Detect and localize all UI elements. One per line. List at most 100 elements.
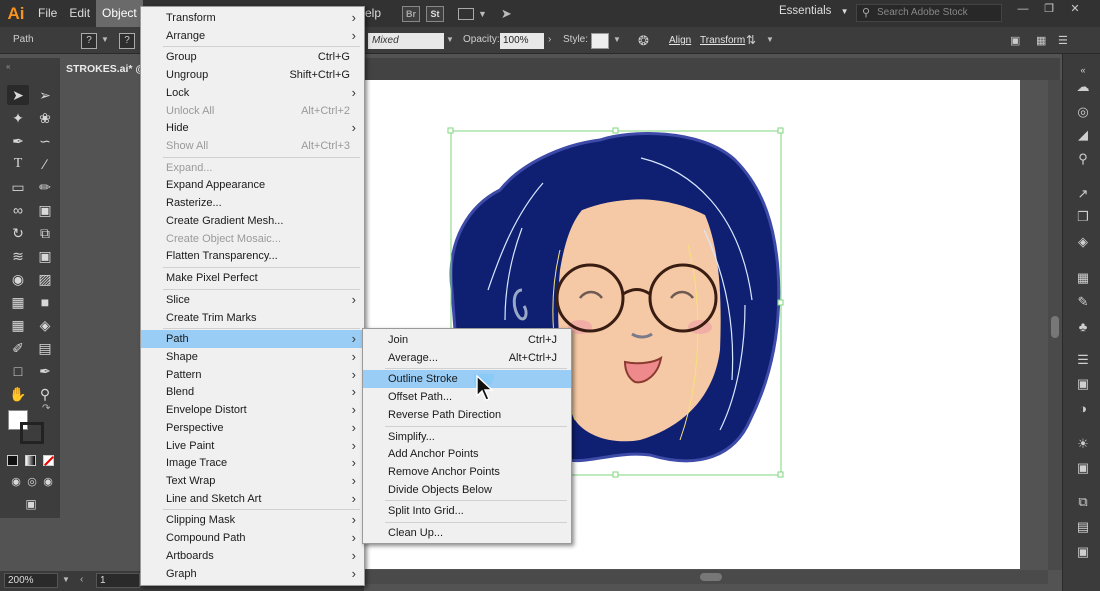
gpu-performance-icon[interactable]: ➤ <box>501 6 512 22</box>
artboard-tool-icon[interactable]: □ <box>7 361 29 381</box>
paintbrush-tool-icon[interactable]: ✏ <box>34 177 56 197</box>
selection-handle[interactable] <box>777 471 784 478</box>
menu-file[interactable]: File <box>32 0 63 27</box>
menu-item-transform[interactable]: Transform › <box>141 9 364 27</box>
color-mode-icon[interactable] <box>7 455 18 466</box>
selection-handle[interactable] <box>612 471 619 478</box>
menu-item-text-wrap[interactable]: Text Wrap › <box>141 472 364 490</box>
properties-icon[interactable]: ◎ <box>1075 104 1091 120</box>
path-item-outline-stroke[interactable]: Outline Stroke <box>363 370 571 389</box>
path-item-add-anchor-points[interactable]: Add Anchor Points <box>363 445 571 463</box>
shape-fill-tool-icon[interactable]: ◈ <box>34 315 56 335</box>
restore-button[interactable]: ❐ <box>1036 0 1062 18</box>
menu-item-hide[interactable]: Hide › <box>141 119 364 137</box>
rotate-tool-icon[interactable]: ↻ <box>7 223 29 243</box>
opacity-input[interactable]: 100% <box>500 33 544 49</box>
transform-link[interactable]: Transform <box>700 35 745 46</box>
menu-item-live-paint[interactable]: Live Paint › <box>141 437 364 455</box>
eraser-tool-icon[interactable]: ▣ <box>34 200 56 220</box>
curvature-tool-icon[interactable]: ∽ <box>34 131 56 151</box>
workspace-switcher[interactable]: Essentials ▼ <box>779 5 849 17</box>
menu-item-shape[interactable]: Shape › <box>141 348 364 366</box>
arrange-icon[interactable]: ▦ <box>1036 34 1046 47</box>
chevron-down-icon[interactable]: ▼ <box>478 9 487 19</box>
path-item-simplify[interactable]: Simplify... <box>363 428 571 446</box>
graphic-styles-icon[interactable]: ▣ <box>1075 460 1091 476</box>
menu-item-rasterize[interactable]: Rasterize... <box>141 194 364 212</box>
stroke-swatch[interactable]: ? <box>119 33 135 49</box>
recolor-artwork-icon[interactable]: ❂ <box>638 33 649 49</box>
swap-fill-stroke-icon[interactable]: ↷ <box>42 403 50 414</box>
color-guide-icon[interactable]: ☀ <box>1075 436 1091 452</box>
path-item-remove-anchor-points[interactable]: Remove Anchor Points <box>363 463 571 481</box>
graph-tool-icon[interactable]: ▤ <box>34 338 56 358</box>
expand-panels-icon[interactable]: « <box>1075 62 1091 78</box>
pen-tool-icon[interactable]: ✒ <box>7 131 29 151</box>
chevron-down-icon[interactable]: ▼ <box>446 35 454 44</box>
libraries-icon[interactable]: ☁ <box>1075 79 1091 95</box>
scrollbar-thumb[interactable] <box>700 573 722 581</box>
symbols-icon[interactable]: ♣ <box>1075 319 1091 335</box>
slice-tool-icon[interactable]: ✒ <box>34 361 56 381</box>
direct-selection-tool-icon[interactable]: ➢ <box>34 85 56 105</box>
align-panel-icon[interactable]: ▤ <box>1075 519 1091 535</box>
menu-item-line-and-sketch-art[interactable]: Line and Sketch Art › <box>141 490 364 508</box>
scrollbar-thumb[interactable] <box>1051 316 1059 338</box>
transform-panel-icon[interactable]: ⧉ <box>1075 494 1091 510</box>
appearance-icon[interactable]: ⚲ <box>1075 151 1091 167</box>
path-item-divide-objects-below[interactable]: Divide Objects Below <box>363 481 571 499</box>
chevron-down-icon[interactable]: ▼ <box>613 35 621 44</box>
flip-icon[interactable]: ⇅ <box>746 33 756 47</box>
transparency-icon[interactable]: ◑ <box>1075 401 1091 417</box>
path-item-average[interactable]: Average... Alt+Ctrl+J <box>363 349 571 367</box>
menu-item-ungroup[interactable]: Ungroup Shift+Ctrl+G <box>141 66 364 84</box>
lasso-tool-icon[interactable]: ❀ <box>34 108 56 128</box>
zoom-tool-icon[interactable]: ⚲ <box>34 384 56 404</box>
menu-item-blend[interactable]: Blend › <box>141 383 364 401</box>
layers-icon[interactable]: ◈ <box>1075 234 1091 250</box>
shape-builder-tool-icon[interactable]: ◉ <box>7 269 29 289</box>
path-item-join[interactable]: Join Ctrl+J <box>363 331 571 349</box>
screen-mode-icon[interactable]: ▣ <box>20 494 42 514</box>
chevron-down-icon[interactable]: ▼ <box>101 35 109 44</box>
bridge-button[interactable]: Br <box>402 5 420 22</box>
path-item-clean-up[interactable]: Clean Up... <box>363 524 571 542</box>
path-item-split-into-grid[interactable]: Split Into Grid... <box>363 502 571 520</box>
live-paint-bucket-icon[interactable]: ▨ <box>34 269 56 289</box>
vertical-scrollbar[interactable] <box>1048 80 1062 570</box>
horizontal-scrollbar[interactable] <box>364 570 1048 584</box>
brushes-icon[interactable]: ✎ <box>1075 294 1091 310</box>
export-icon[interactable]: ↗ <box>1075 186 1091 202</box>
graphic-style-swatch[interactable] <box>591 33 609 49</box>
path-item-offset-path[interactable]: Offset Path... <box>363 388 571 406</box>
menu-item-arrange[interactable]: Arrange › <box>141 27 364 45</box>
magic-wand-tool-icon[interactable]: ✦ <box>7 108 29 128</box>
perspective-grid-tool-icon[interactable]: ▦ <box>7 292 29 312</box>
gradient-tool-icon[interactable]: ■ <box>34 292 56 312</box>
none-mode-icon[interactable] <box>43 455 54 466</box>
stock-button[interactable]: St <box>426 5 444 22</box>
menu-item-group[interactable]: Group Ctrl+G <box>141 48 364 66</box>
shaper-tool-icon[interactable]: ∞ <box>7 200 29 220</box>
menu-item-expand-appearance[interactable]: Expand Appearance <box>141 176 364 194</box>
menu-item-pattern[interactable]: Pattern › <box>141 366 364 384</box>
stock-search-input[interactable]: ⚲ Search Adobe Stock <box>856 4 1002 22</box>
menu-item-clipping-mask[interactable]: Clipping Mask › <box>141 511 364 529</box>
type-tool-icon[interactable]: T <box>7 154 29 174</box>
scale-tool-icon[interactable]: ⧉ <box>34 223 56 243</box>
arrange-documents-icon[interactable] <box>458 7 474 20</box>
selection-handle[interactable] <box>447 127 454 134</box>
artboards-panel-icon[interactable]: ❐ <box>1075 209 1091 225</box>
menu-item-compound-path[interactable]: Compound Path › <box>141 529 364 547</box>
brush-definition-field[interactable]: Mixed <box>368 33 444 49</box>
eyedropper-tool-icon[interactable]: ✐ <box>7 338 29 358</box>
line-segment-tool-icon[interactable]: ∕ <box>34 154 56 174</box>
menu-item-make-pixel-perfect[interactable]: Make Pixel Perfect <box>141 269 364 287</box>
menu-item-create-gradient-mesh[interactable]: Create Gradient Mesh... <box>141 212 364 230</box>
free-transform-tool-icon[interactable]: ▣ <box>34 246 56 266</box>
fill-swatch[interactable]: ? <box>81 33 97 49</box>
previous-artboard-icon[interactable]: ‹ <box>80 574 83 585</box>
menu-item-image-trace[interactable]: Image Trace › <box>141 454 364 472</box>
width-tool-icon[interactable]: ≋ <box>7 246 29 266</box>
selection-tool-icon[interactable]: ➤ <box>7 85 29 105</box>
